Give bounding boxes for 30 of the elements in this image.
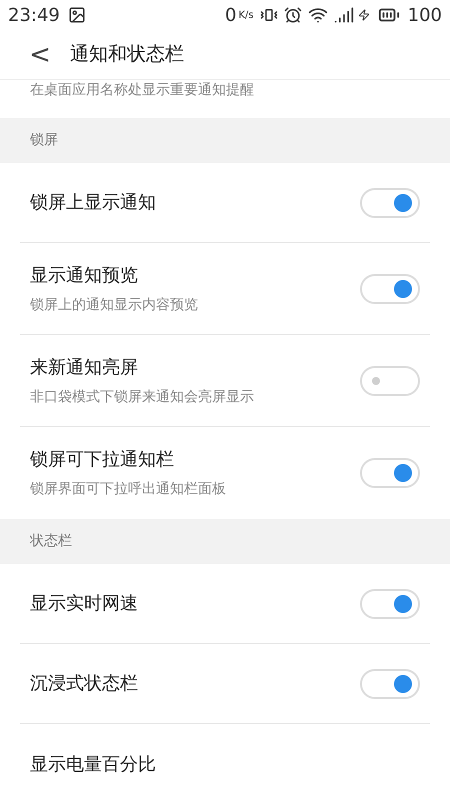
setting-description: 锁屏界面可下拉呼出通知栏面板 (30, 480, 227, 499)
setting-description: 在桌面应用名称处显示重要通知提醒 (30, 81, 254, 100)
setting-title: 显示通知预览 (30, 264, 139, 288)
toggle-switch[interactable] (360, 274, 420, 304)
back-button[interactable]: < (20, 42, 60, 68)
vibrate-icon (260, 6, 278, 24)
network-speed-unit: K/s (238, 8, 254, 22)
toggle-switch[interactable] (360, 188, 420, 218)
setting-title: 来新通知亮屏 (30, 356, 139, 380)
toggle-switch[interactable] (360, 366, 420, 396)
setting-title: 沉浸式状态栏 (30, 672, 139, 696)
setting-title: 显示实时网速 (30, 592, 139, 616)
setting-description: 非口袋模式下锁屏来通知会亮屏显示 (30, 388, 255, 406)
section-header: 锁屏 (0, 118, 450, 163)
toggle-switch[interactable] (360, 458, 420, 488)
alarm-icon (284, 6, 302, 24)
battery-percent: 100 (408, 4, 442, 28)
signal-icon (334, 5, 354, 25)
setting-title: 锁屏上显示通知 (30, 191, 157, 215)
toggle-switch[interactable] (360, 588, 420, 618)
image-notification-icon (68, 6, 86, 24)
setting-title: 锁屏可下拉通知栏 (30, 448, 175, 472)
toggle-switch[interactable] (360, 668, 420, 698)
clock-time: 23:49 (8, 4, 60, 28)
setting-title: 显示电量百分比 (30, 752, 157, 776)
setting-description: 锁屏上的通知显示内容预览 (30, 296, 199, 314)
network-speed-value: 0 (225, 4, 236, 28)
section-header: 状态栏 (0, 519, 450, 564)
page-title: 通知和状态栏 (70, 42, 184, 68)
charging-icon (358, 9, 370, 21)
